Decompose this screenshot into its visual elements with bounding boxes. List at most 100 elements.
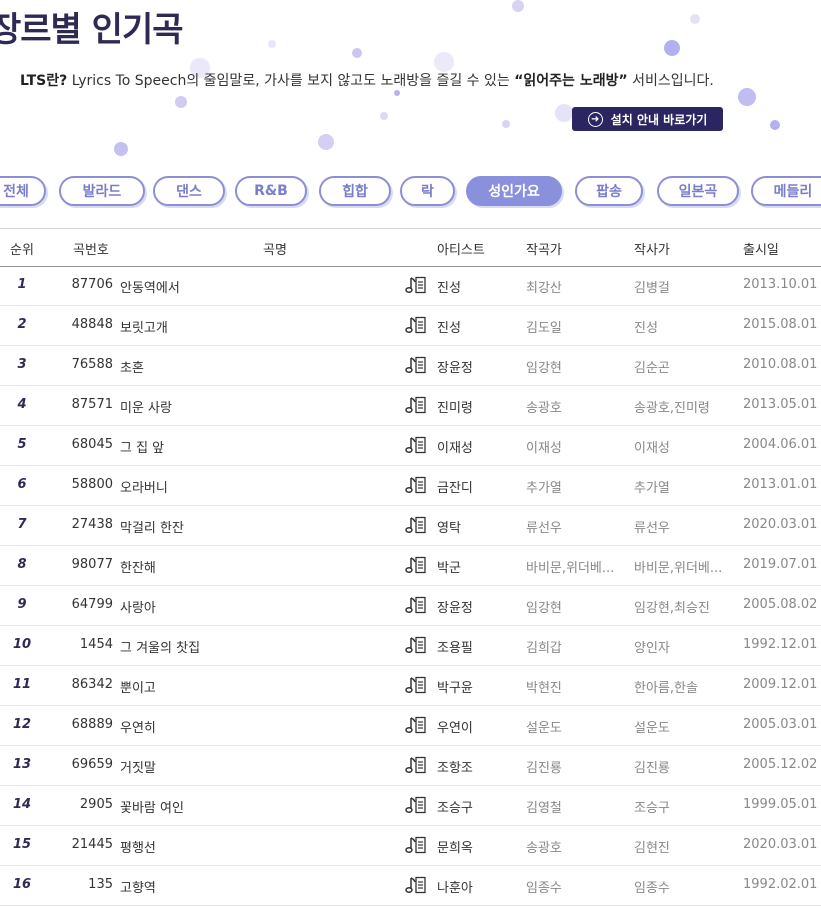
table-row[interactable]: 5 68045 그 집 앞 이재성 이재성 이재성 2004.06.01 xyxy=(0,426,821,466)
tab-rock[interactable]: 락 xyxy=(400,176,455,206)
lyrics-speech-icon[interactable] xyxy=(405,315,427,339)
composer-name: 김도일 xyxy=(526,321,562,336)
lyrics-speech-icon[interactable] xyxy=(405,875,427,899)
artist-name[interactable]: 조용필 xyxy=(437,637,473,656)
artist-name[interactable]: 진성 xyxy=(437,277,461,296)
install-guide-button[interactable]: ➜ 설치 안내 바로가기 xyxy=(572,107,723,131)
artist-name[interactable]: 나훈아 xyxy=(437,877,473,896)
table-row[interactable]: 7 27438 막걸리 한잔 영탁 류선우 류선우 2020.03.01 xyxy=(0,506,821,546)
table-row[interactable]: 15 21445 평행선 문희옥 송광호 김현진 2020.03.01 xyxy=(0,826,821,866)
artist-name[interactable]: 문희옥 xyxy=(437,837,473,856)
tab-pop[interactable]: 팝송 xyxy=(575,176,643,206)
table-row[interactable]: 11 86342 뿐이고 박구윤 박현진 한아름,한솔 2009.12.01 xyxy=(0,666,821,706)
table-row[interactable]: 9 64799 사랑아 장윤정 임강현 임강현,최승진 2005.08.02 xyxy=(0,586,821,626)
song-title[interactable]: 뿐이고 xyxy=(120,677,156,696)
song-title[interactable]: 미운 사랑 xyxy=(120,397,172,416)
table-row[interactable]: 6 58800 오라버니 금잔디 추가열 추가열 2013.01.01 xyxy=(0,466,821,506)
page-title: 장르별 인기곡 xyxy=(0,10,184,50)
lyrics-speech-icon[interactable] xyxy=(405,715,427,739)
tab-medley[interactable]: 메들리 xyxy=(751,176,821,206)
tab-hiphop[interactable]: 힙합 xyxy=(319,176,391,206)
genre-tabs: 전체 발라드 댄스 R&B 힙합 락 성인가요 팝송 일본곡 메들리 xyxy=(0,176,821,208)
song-title[interactable]: 막걸리 한잔 xyxy=(120,517,184,536)
song-title[interactable]: 꽃바람 여인 xyxy=(120,797,184,816)
lyricist-name: 한아름,한솔 xyxy=(634,681,698,696)
composer-name: 김영철 xyxy=(526,801,562,816)
song-title[interactable]: 거짓말 xyxy=(120,757,156,776)
lyricist-name: 바비문,위더베... xyxy=(634,561,723,576)
artist-name[interactable]: 우연이 xyxy=(437,717,473,736)
table-header: 순위 곡번호 곡명 아티스트 작곡가 작사가 출시일 xyxy=(0,228,821,267)
artist-name[interactable]: 조항조 xyxy=(437,757,473,776)
table-row[interactable]: 12 68889 우연히 우연이 설운도 설운도 2005.03.01 xyxy=(0,706,821,746)
lyrics-speech-icon[interactable] xyxy=(405,635,427,659)
release-date: 2015.08.01 xyxy=(743,317,818,332)
artist-name[interactable]: 영탁 xyxy=(437,517,461,536)
lyrics-speech-icon[interactable] xyxy=(405,595,427,619)
table-row[interactable]: 4 87571 미운 사랑 진미령 송광호 송광호,진미령 2013.05.01 xyxy=(0,386,821,426)
lyrics-speech-icon[interactable] xyxy=(405,795,427,819)
artist-name[interactable]: 조승구 xyxy=(437,797,473,816)
table-row[interactable]: 3 76588 초혼 장윤정 임강현 김순곤 2010.08.01 xyxy=(0,346,821,386)
song-number: 76588 xyxy=(71,357,113,372)
table-row[interactable]: 8 98077 한잔해 박군 바비문,위더베... 바비문,위더베... 2019.07.0… xyxy=(0,546,821,586)
table-row[interactable]: 16 135 고향역 나훈아 임종수 임종수 1992.02.01 xyxy=(0,866,821,906)
song-title[interactable]: 고향역 xyxy=(120,877,156,896)
tab-rnb[interactable]: R&B xyxy=(235,176,307,206)
rank: 7 xyxy=(17,517,27,532)
release-date: 2005.08.02 xyxy=(743,597,818,612)
lyrics-speech-icon[interactable] xyxy=(405,835,427,859)
artist-name[interactable]: 박구윤 xyxy=(437,677,473,696)
song-number: 27438 xyxy=(71,517,113,532)
song-title[interactable]: 보릿고개 xyxy=(120,317,168,336)
lyrics-speech-icon[interactable] xyxy=(405,755,427,779)
release-date: 2009.12.01 xyxy=(743,677,818,692)
song-title[interactable]: 그 겨울의 찻집 xyxy=(120,637,200,656)
artist-name[interactable]: 장윤정 xyxy=(437,597,473,616)
song-title[interactable]: 초혼 xyxy=(120,357,144,376)
release-date: 1992.12.01 xyxy=(743,637,818,652)
lyricist-name: 김병걸 xyxy=(634,281,670,296)
tab-dance[interactable]: 댄스 xyxy=(153,176,225,206)
lyricist-name: 류선우 xyxy=(634,521,670,536)
artist-name[interactable]: 금잔디 xyxy=(437,477,473,496)
artist-name[interactable]: 진미령 xyxy=(437,397,473,416)
release-date: 2013.01.01 xyxy=(743,477,818,492)
lyrics-speech-icon[interactable] xyxy=(405,515,427,539)
table-row[interactable]: 2 48848 보릿고개 진성 김도일 진성 2015.08.01 xyxy=(0,306,821,346)
table-row[interactable]: 13 69659 거짓말 조항조 김진룡 김진룡 2005.12.02 xyxy=(0,746,821,786)
artist-name[interactable]: 이재성 xyxy=(437,437,473,456)
lyrics-speech-icon[interactable] xyxy=(405,435,427,459)
rank: 5 xyxy=(17,437,27,452)
tab-ballad[interactable]: 발라드 xyxy=(59,176,145,206)
artist-name[interactable]: 장윤정 xyxy=(437,357,473,376)
table-row[interactable]: 1 87706 안동역에서 진성 최강산 김병걸 2013.10.01 xyxy=(0,266,821,306)
song-title[interactable]: 평행선 xyxy=(120,837,156,856)
composer-name: 이재성 xyxy=(526,441,562,456)
lyrics-speech-icon[interactable] xyxy=(405,355,427,379)
tab-adult-contemporary[interactable]: 성인가요 xyxy=(466,176,562,206)
lyrics-speech-icon[interactable] xyxy=(405,395,427,419)
lyrics-speech-icon[interactable] xyxy=(405,675,427,699)
rank: 12 xyxy=(12,717,32,732)
lyrics-speech-icon[interactable] xyxy=(405,475,427,499)
lyrics-speech-icon[interactable] xyxy=(405,555,427,579)
artist-name[interactable]: 진성 xyxy=(437,317,461,336)
lyricist-name: 조승구 xyxy=(634,801,670,816)
song-title[interactable]: 우연히 xyxy=(120,717,156,736)
composer-name: 최강산 xyxy=(526,281,562,296)
song-title[interactable]: 오라버니 xyxy=(120,477,168,496)
lyrics-speech-icon[interactable] xyxy=(405,275,427,299)
artist-name[interactable]: 박군 xyxy=(437,557,461,576)
song-title[interactable]: 한잔해 xyxy=(120,557,156,576)
song-title[interactable]: 사랑아 xyxy=(120,597,156,616)
song-title[interactable]: 그 집 앞 xyxy=(120,437,164,456)
song-title[interactable]: 안동역에서 xyxy=(120,277,180,296)
composer-name: 박현진 xyxy=(526,681,562,696)
tab-all[interactable]: 전체 xyxy=(0,176,46,206)
tab-japanese[interactable]: 일본곡 xyxy=(657,176,739,206)
table-row[interactable]: 14 2905 꽃바람 여인 조승구 김영철 조승구 1999.05.01 xyxy=(0,786,821,826)
song-number: 2905 xyxy=(79,797,113,812)
rank: 9 xyxy=(17,597,27,612)
table-row[interactable]: 10 1454 그 겨울의 찻집 조용필 김희갑 양인자 1992.12.01 xyxy=(0,626,821,666)
